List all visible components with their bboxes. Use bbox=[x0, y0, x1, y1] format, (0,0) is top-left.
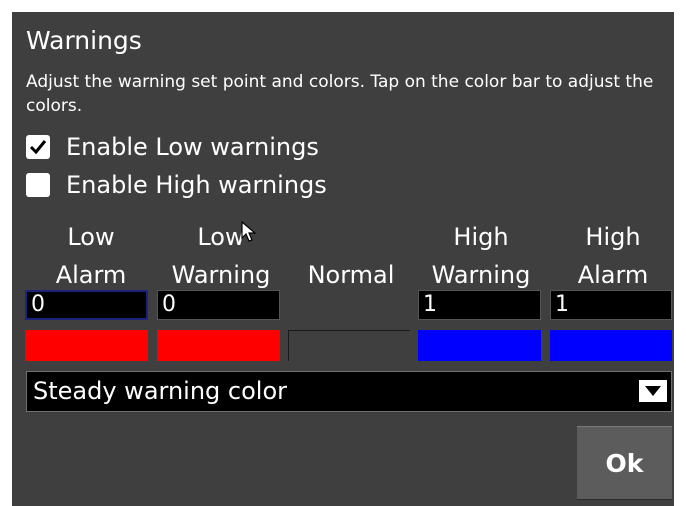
high-warning-color-bar[interactable] bbox=[418, 330, 541, 361]
dialog-description: Adjust the warning set point and colors.… bbox=[26, 72, 654, 116]
enable-high-warnings-checkbox[interactable]: Enable High warnings bbox=[26, 170, 327, 200]
checkbox-checked-icon[interactable] bbox=[26, 135, 50, 159]
warning-color-mode-value: Steady warning color bbox=[33, 377, 288, 405]
enable-high-warnings-label: Enable High warnings bbox=[66, 171, 327, 199]
low-alarm-color-bar[interactable] bbox=[25, 330, 148, 361]
dialog-title: Warnings bbox=[26, 26, 142, 55]
column-header-high-alarm: High Alarm bbox=[577, 223, 649, 289]
column-header-normal: Normal bbox=[307, 261, 395, 289]
mouse-pointer-icon bbox=[241, 221, 257, 242]
column-header-low-alarm: Low Alarm bbox=[55, 223, 127, 289]
high-alarm-input[interactable]: 1 bbox=[550, 290, 672, 320]
column-header-high-warning: High Warning bbox=[431, 223, 531, 289]
column-header-low-warning: Low Warning bbox=[171, 223, 271, 289]
enable-low-warnings-checkbox[interactable]: Enable Low warnings bbox=[26, 132, 319, 162]
high-alarm-color-bar[interactable] bbox=[550, 330, 672, 361]
low-warning-input[interactable]: 0 bbox=[157, 290, 280, 320]
high-warning-input[interactable]: 1 bbox=[418, 290, 541, 320]
normal-color-bar[interactable] bbox=[288, 330, 410, 361]
ok-button[interactable]: Ok bbox=[577, 426, 672, 500]
chevron-down-icon[interactable] bbox=[639, 380, 667, 402]
low-warning-color-bar[interactable] bbox=[157, 330, 280, 361]
checkbox-unchecked-icon[interactable] bbox=[26, 173, 50, 197]
warning-color-mode-select[interactable]: Steady warning color bbox=[26, 371, 672, 412]
enable-low-warnings-label: Enable Low warnings bbox=[66, 133, 319, 161]
warnings-dialog: Warnings Adjust the warning set point an… bbox=[12, 12, 674, 506]
low-alarm-input[interactable]: 0 bbox=[25, 290, 148, 320]
